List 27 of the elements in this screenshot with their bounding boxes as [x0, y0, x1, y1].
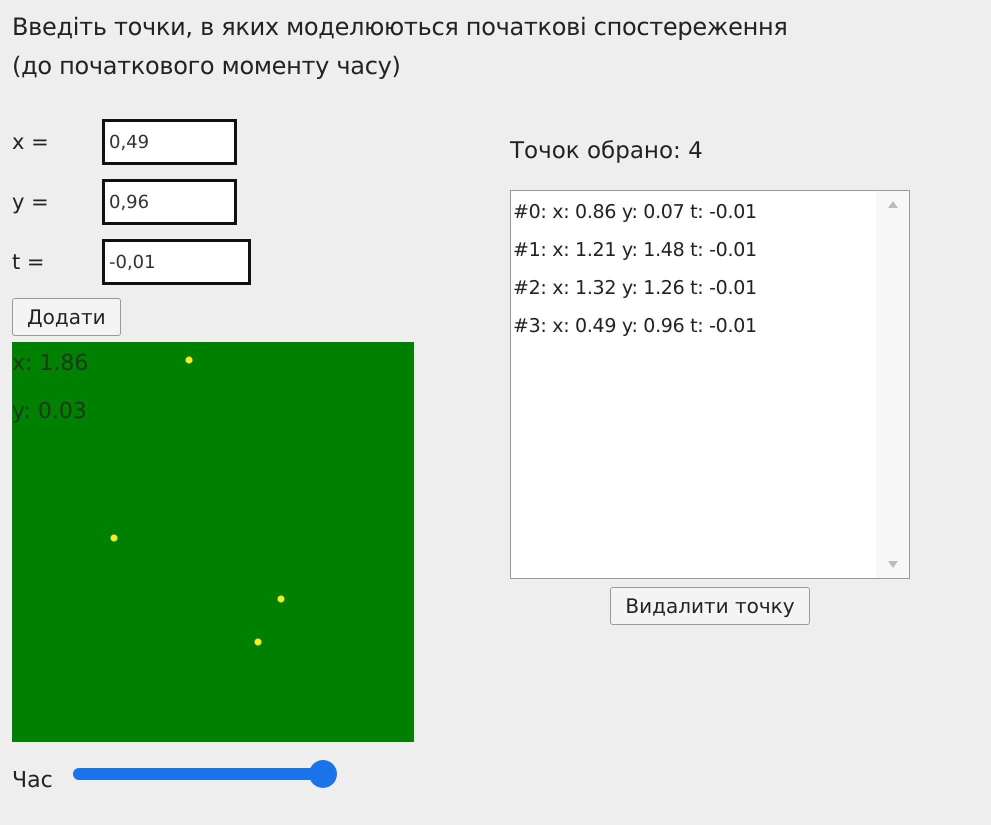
point-dot — [110, 534, 118, 542]
delete-button[interactable]: Видалити точку — [610, 587, 810, 625]
list-item[interactable]: #1: x: 1.21 y: 1.48 t: -0.01 — [511, 231, 876, 269]
point-dot — [186, 356, 192, 364]
scroll-up-icon[interactable] — [888, 201, 898, 208]
list-item[interactable]: #3: x: 0.49 y: 0.96 t: -0.01 — [511, 307, 876, 345]
list-item[interactable]: #2: x: 1.32 y: 1.26 t: -0.01 — [511, 269, 876, 307]
instruction-text: Введіть точки, в яких моделюються початкові спостереження — [12, 12, 788, 43]
slider-thumb[interactable] — [308, 760, 337, 788]
add-button[interactable]: Додати — [12, 298, 121, 336]
scroll-down-icon[interactable] — [888, 561, 898, 568]
point-dot — [254, 638, 262, 646]
slider-label: Час — [12, 768, 53, 793]
points-listbox[interactable]: #0: x: 0.86 y: 0.07 t: -0.01 #1: x: 1.21 y: 1.48 t: -0.01 #2: x: 1.32 y: 1.26 t: -0.01 #3: x: 0.49 y: 0.96 t: -0.01 — [510, 190, 910, 579]
field-label: t = — [12, 250, 46, 274]
instruction-text: (до початкового моменту часу) — [12, 51, 402, 82]
point-dot — [278, 596, 284, 602]
list-item[interactable]: #0: x: 0.86 y: 0.07 t: -0.01 — [511, 193, 876, 231]
cursor-coordinate: y: 0.03 — [12, 400, 87, 424]
scrollbar[interactable] — [876, 191, 909, 578]
input-field[interactable]: 0,96 — [102, 179, 237, 225]
field-label: y = — [12, 190, 50, 214]
field-label: x = — [12, 130, 50, 154]
cursor-coordinate: x: 1.86 — [12, 352, 88, 376]
points-count: Точок обрано: 4 — [510, 138, 703, 164]
input-field[interactable]: -0,01 — [102, 239, 251, 285]
input-field[interactable]: 0,49 — [102, 119, 237, 165]
